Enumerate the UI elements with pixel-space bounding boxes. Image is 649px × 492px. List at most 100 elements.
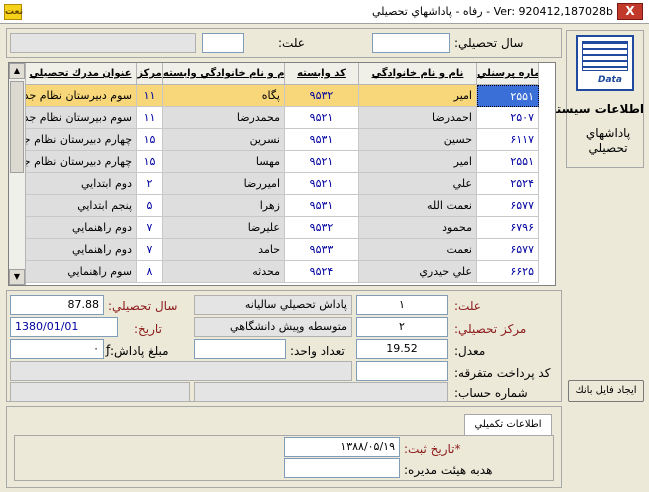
grid-header-0[interactable]: شماره پرسنلي	[477, 63, 539, 85]
cell-center[interactable]: ۱۵	[137, 129, 163, 151]
detail-avg-input[interactable]: 19.52	[356, 339, 448, 359]
scroll-up-icon[interactable]: ▲	[9, 63, 25, 79]
scroll-thumb[interactable]	[10, 81, 24, 173]
detail-ellat-label: علت:	[454, 299, 481, 313]
detail-date-label: تاريخ:	[134, 322, 162, 336]
filter-ellat-input[interactable]	[202, 33, 244, 53]
grid-header-1[interactable]: نام و نام خانوادگي	[359, 63, 477, 85]
detail-date-input[interactable]: 1380/01/01	[10, 317, 118, 337]
cell-personnel-no[interactable]: ۶۶۲۵	[477, 261, 539, 283]
scroll-down-icon[interactable]: ▼	[9, 269, 25, 285]
filter-year-input[interactable]	[372, 33, 450, 53]
detail-account-input[interactable]	[194, 382, 448, 402]
tab-extra-info[interactable]: اطلاعات تكميلي	[464, 414, 552, 436]
cell-dependent-code[interactable]: ۹۵۳۲	[285, 217, 359, 239]
cell-center[interactable]: ۱۱	[137, 107, 163, 129]
cell-center[interactable]: ۷	[137, 239, 163, 261]
cell-degree-title[interactable]: دوم ابتدايي	[25, 173, 137, 195]
grid-header-2[interactable]: كد وابسته	[285, 63, 359, 85]
cell-dependent-name[interactable]: عليرضا	[163, 217, 285, 239]
detail-units-label: تعداد واحد:	[290, 344, 345, 358]
cell-dependent-code[interactable]: ۹۵۳۱	[285, 195, 359, 217]
logo-text: Data	[598, 75, 622, 85]
cell-employee-name[interactable]: محمود	[359, 217, 477, 239]
close-button[interactable]: X	[617, 3, 643, 20]
cell-employee-name[interactable]: امير	[359, 85, 477, 107]
cell-degree-title[interactable]: چهارم دبيرستان نظام جديد	[25, 129, 137, 151]
cell-center[interactable]: ۸	[137, 261, 163, 283]
detail-ellat-text: پاداش تحصيلي ساليانه	[194, 295, 352, 315]
cell-employee-name[interactable]: حسين	[359, 129, 477, 151]
cell-dependent-code[interactable]: ۹۵۲۴	[285, 261, 359, 283]
cell-degree-title[interactable]: پنجم ابتدايي	[25, 195, 137, 217]
cell-center[interactable]: ۲	[137, 173, 163, 195]
create-bank-file-button[interactable]: ايجاد فايل بانك	[568, 380, 644, 402]
detail-center-code[interactable]: ۲	[356, 317, 448, 337]
detail-reward-input[interactable]: ۰	[10, 339, 104, 359]
detail-year-label: سال تحصيلي:	[108, 299, 178, 313]
reg-date-input[interactable]: ۱۳۸۸/۰۵/۱۹	[284, 437, 400, 457]
detail-misc-input[interactable]	[356, 361, 448, 381]
cell-degree-title[interactable]: سوم دبيرستان نظام جديد	[25, 107, 137, 129]
detail-center-label: مركز تحصيلي:	[454, 322, 527, 336]
cell-personnel-no[interactable]: ۲۵۵۱	[477, 151, 539, 173]
cell-dependent-name[interactable]: محمدرضا	[163, 107, 285, 129]
detail-reward-label: مبلغ پاداش:	[110, 344, 169, 358]
cell-dependent-code[interactable]: ۹۵۲۱	[285, 173, 359, 195]
cell-degree-title[interactable]: سوم دبيرستان نظام جديد	[25, 85, 137, 107]
cell-center[interactable]: ۵	[137, 195, 163, 217]
detail-reward-sign: ƒ	[106, 343, 111, 357]
cell-dependent-name[interactable]: اميررضا	[163, 173, 285, 195]
cell-dependent-code[interactable]: ۹۵۲۱	[285, 151, 359, 173]
cell-dependent-code[interactable]: ۹۵۲۱	[285, 107, 359, 129]
cell-personnel-no[interactable]: ۶۵۷۷	[477, 239, 539, 261]
grid-header-4[interactable]: مركز	[137, 63, 163, 85]
cell-personnel-no[interactable]: ۲۵۰۷	[477, 107, 539, 129]
cell-dependent-code[interactable]: ۹۵۳۱	[285, 129, 359, 151]
board-label: هدبه هيئت مديره:	[404, 463, 493, 477]
cell-center[interactable]: ۷	[137, 217, 163, 239]
module-label: پاداشهاي تحصيلي	[585, 126, 631, 155]
cell-personnel-no[interactable]: ۲۵۲۴	[477, 173, 539, 195]
cell-personnel-no[interactable]: ۶۵۷۷	[477, 195, 539, 217]
cell-employee-name[interactable]: نعمت الله	[359, 195, 477, 217]
grid-header-5[interactable]: عنوان مدرك تحصيلي	[25, 63, 137, 85]
detail-account-label: شماره حساب:	[454, 386, 528, 400]
detail-year-input[interactable]: 87.88	[10, 295, 104, 315]
cell-employee-name[interactable]: احمدرضا	[359, 107, 477, 129]
cell-degree-title[interactable]: چهارم دبيرستان نظام جديد	[25, 151, 137, 173]
cell-dependent-code[interactable]: ۹۵۳۳	[285, 239, 359, 261]
board-input[interactable]	[284, 458, 400, 478]
data-grid: شماره پرسنلينام و نام خانوادگيكد وابستهن…	[8, 62, 556, 286]
title-bar: تعت Ver: 920412,187028b - رفاه - پاداشها…	[0, 0, 649, 24]
cell-employee-name[interactable]: علي حيدري	[359, 261, 477, 283]
cell-degree-title[interactable]: دوم راهنمايي	[25, 239, 137, 261]
detail-units-input[interactable]	[194, 339, 286, 359]
cell-center[interactable]: ۱۵	[137, 151, 163, 173]
cell-degree-title[interactable]: سوم راهنمايي	[25, 261, 137, 283]
cell-dependent-name[interactable]: محدثه	[163, 261, 285, 283]
app-icon: تعت	[4, 4, 23, 20]
grid-header-3[interactable]: نام و نام خانوادگي وابسته	[163, 63, 285, 85]
detail-ellat-code[interactable]: ۱	[356, 295, 448, 315]
cell-personnel-no[interactable]: ۲۵۵۱	[477, 85, 539, 107]
cell-dependent-name[interactable]: زهرا	[163, 195, 285, 217]
cell-dependent-code[interactable]: ۹۵۳۲	[285, 85, 359, 107]
cell-employee-name[interactable]: امير	[359, 151, 477, 173]
cell-degree-title[interactable]: دوم راهنمايي	[25, 217, 137, 239]
cell-employee-name[interactable]: علي	[359, 173, 477, 195]
cell-personnel-no[interactable]: ۶۱۱۷	[477, 129, 539, 151]
cell-dependent-name[interactable]: مهسا	[163, 151, 285, 173]
cell-employee-name[interactable]: نعمت	[359, 239, 477, 261]
system-info-label: اطلاعات سيستم	[547, 102, 644, 116]
filter-ellat-desc	[10, 33, 196, 53]
cell-dependent-name[interactable]: حامد	[163, 239, 285, 261]
cell-dependent-name[interactable]: نسرين	[163, 129, 285, 151]
grid-scrollbar[interactable]: ▲ ▼	[9, 63, 26, 285]
detail-misc-desc	[10, 361, 352, 381]
cell-dependent-name[interactable]: پگاه	[163, 85, 285, 107]
filter-ellat-label: علت:	[278, 36, 305, 50]
system-logo: Data	[576, 35, 634, 91]
cell-personnel-no[interactable]: ۶۷۹۶	[477, 217, 539, 239]
cell-center[interactable]: ۱۱	[137, 85, 163, 107]
